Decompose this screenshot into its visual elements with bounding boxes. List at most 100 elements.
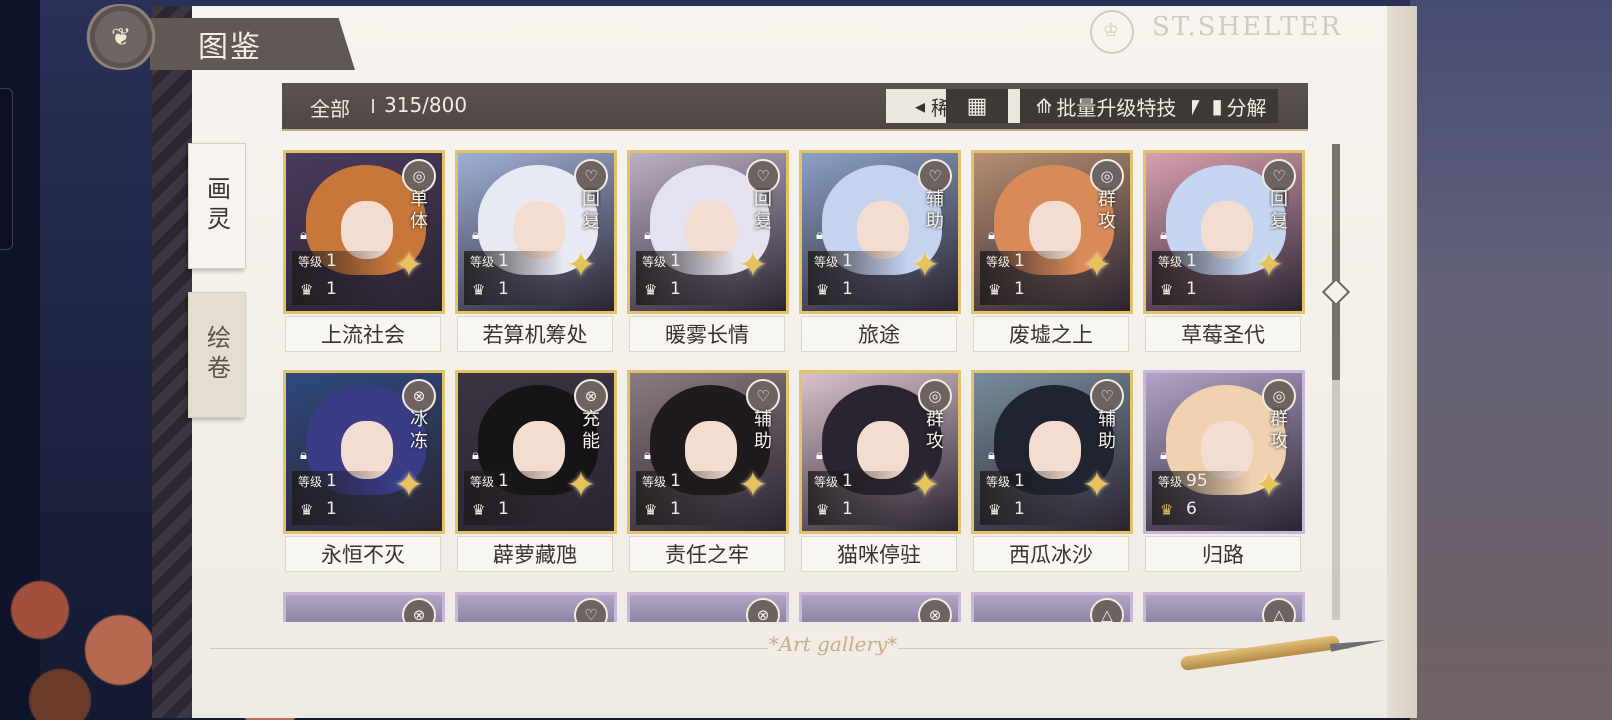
card-stats: 等级 1 ♛ 1 xyxy=(292,251,392,305)
card-name-box: 猫咪停驻 xyxy=(801,536,957,572)
sparkle-star-icon: ✦ xyxy=(393,245,424,286)
character-card[interactable]: ◎ 群攻 🔒︎ 等级 1 ♛ 1 ✦ 废墟之上 xyxy=(971,150,1133,356)
level-label: 等级 xyxy=(1158,475,1183,489)
card-stats: 等级 1 ♛ 1 xyxy=(808,471,908,525)
quill-body xyxy=(1179,634,1341,672)
character-card[interactable]: ⊗ 冰冻 🔒︎ 等级 1 ♛ 1 ✦ 永恒不灭 xyxy=(283,370,445,576)
crown-icon: ♛ xyxy=(988,501,1002,519)
character-card[interactable]: ♡ 回复 🔒︎ 等级 1 ♛ 1 ✦ 草莓圣代 xyxy=(1143,150,1305,356)
card-name-box: 上流社会 xyxy=(285,316,441,352)
sparkle-star-icon: ✦ xyxy=(393,465,424,506)
lock-icon: 🔒︎ xyxy=(644,448,651,463)
card-level: 1 xyxy=(498,251,509,271)
card-level: 95 xyxy=(1186,471,1208,491)
card-rank: 1 xyxy=(842,499,853,519)
lock-icon: 🔒︎ xyxy=(300,448,307,463)
character-card-partial[interactable]: △ xyxy=(971,592,1133,622)
collection-count: 315/800 xyxy=(384,93,468,117)
tab-scrolls[interactable]: 绘卷 xyxy=(188,292,246,418)
card-name: 西瓜冰沙 xyxy=(1009,543,1093,567)
card-name-box: 废墟之上 xyxy=(973,316,1129,352)
character-card[interactable]: ♡ 辅助 🔒︎ 等级 1 ♛ 1 ✦ 旅途 xyxy=(799,150,961,356)
role-type-icon: ♡ xyxy=(1090,379,1124,413)
card-artwork: ⊗ 充能 🔒︎ 等级 1 ♛ 1 ✦ xyxy=(455,370,617,534)
lock-icon: 🔒︎ xyxy=(816,228,823,243)
character-card-partial[interactable]: ⊗ xyxy=(799,592,961,622)
character-card[interactable]: ♡ 辅助 🔒︎ 等级 1 ♛ 1 ✦ 责任之牢 xyxy=(627,370,789,576)
level-label: 等级 xyxy=(642,475,667,489)
character-card[interactable]: ♡ 回复 🔒︎ 等级 1 ♛ 1 ✦ 暖雾长情 xyxy=(627,150,789,356)
crown-icon: ♛ xyxy=(816,501,830,519)
lock-icon: 🔒︎ xyxy=(644,228,651,243)
batch-upgrade-button[interactable]: ⟰ 批量升级特技 xyxy=(1020,89,1192,123)
character-card[interactable]: ♡ 回复 🔒︎ 等级 1 ♛ 1 ✦ 若算机筹处 xyxy=(455,150,617,356)
card-stats: 等级 1 ♛ 1 xyxy=(1152,251,1252,305)
card-rank: 1 xyxy=(326,279,337,299)
role-type-icon: ⊗ xyxy=(402,598,436,622)
character-card[interactable]: ◎ 群攻 🔒︎ 等级 95 ♛ 6 ✦ 归路 xyxy=(1143,370,1305,576)
character-card[interactable]: ◎ 群攻 🔒︎ 等级 1 ♛ 1 ✦ 猫咪停驻 xyxy=(799,370,961,576)
character-card-partial[interactable]: ⊗ xyxy=(627,592,789,622)
role-type-icon: ◎ xyxy=(918,379,952,413)
level-label: 等级 xyxy=(470,255,495,269)
butterfly-icon: ❦ xyxy=(110,23,132,51)
role-type-icon: ◎ xyxy=(1262,379,1296,413)
sparkle-star-icon: ✦ xyxy=(565,245,596,286)
role-type-icon: △ xyxy=(1090,598,1124,622)
grid-view-button[interactable]: ▦ xyxy=(946,89,1008,123)
role-type-icon: ⊗ xyxy=(402,379,436,413)
character-card[interactable]: ◎ 单体 🔒︎ 等级 1 ♛ 1 ✦ 上流社会 xyxy=(283,150,445,356)
card-level: 1 xyxy=(842,471,853,491)
card-rank: 1 xyxy=(1014,279,1025,299)
card-role: 回复 xyxy=(582,189,600,232)
role-type-icon: ⊗ xyxy=(918,598,952,622)
page-edge xyxy=(1387,6,1417,718)
decompose-label: 分解 xyxy=(1226,95,1267,120)
card-rank: 1 xyxy=(670,499,681,519)
crown-icon: ♛ xyxy=(988,281,1002,299)
character-card-partial[interactable]: ⊗ xyxy=(283,592,445,622)
sparkle-star-icon: ✦ xyxy=(909,465,940,506)
card-name-box: 若算机筹处 xyxy=(457,316,613,352)
character-card-partial[interactable]: ♡ xyxy=(455,592,617,622)
sort-order-icon: ◂ xyxy=(914,94,926,118)
level-label: 等级 xyxy=(1158,255,1183,269)
lock-icon: 🔒︎ xyxy=(472,228,479,243)
page-title: 图鉴 xyxy=(198,30,262,65)
card-stats: 等级 1 ♛ 1 xyxy=(980,471,1080,525)
card-artwork: ♡ 辅助 🔒︎ 等级 1 ♛ 1 ✦ xyxy=(971,370,1133,534)
character-card-partial[interactable]: △ xyxy=(1143,592,1305,622)
card-name: 薜萝藏虺 xyxy=(493,543,577,567)
card-role: 群攻 xyxy=(926,409,944,452)
card-name-box: 西瓜冰沙 xyxy=(973,536,1129,572)
character-card[interactable]: ⊗ 充能 🔒︎ 等级 1 ♛ 1 ✦ 薜萝藏虺 xyxy=(455,370,617,576)
card-name: 废墟之上 xyxy=(1009,323,1093,347)
card-rank: 1 xyxy=(1186,279,1197,299)
card-rank: 1 xyxy=(498,279,509,299)
card-stats: 等级 1 ♛ 1 xyxy=(980,251,1080,305)
lock-icon: 🔒︎ xyxy=(816,448,823,463)
card-role: 辅助 xyxy=(754,409,772,452)
decompose-button[interactable]: ▮ 分解 xyxy=(1200,89,1278,123)
divider xyxy=(372,99,374,113)
card-rank: 6 xyxy=(1186,499,1197,519)
level-label: 等级 xyxy=(298,255,323,269)
sparkle-star-icon: ✦ xyxy=(1081,245,1112,286)
card-rank: 1 xyxy=(326,499,337,519)
character-card[interactable]: ♡ 辅助 🔒︎ 等级 1 ♛ 1 ✦ 西瓜冰沙 xyxy=(971,370,1133,576)
tab-painted-spirits[interactable]: 画灵 xyxy=(188,143,246,269)
card-role: 群攻 xyxy=(1098,189,1116,232)
crown-icon: ♛ xyxy=(644,501,658,519)
level-label: 等级 xyxy=(814,255,839,269)
card-name: 暖雾长情 xyxy=(665,323,749,347)
role-type-icon: ◎ xyxy=(1090,159,1124,193)
batch-upgrade-label: 批量升级特技 xyxy=(1056,95,1177,120)
card-name: 若算机筹处 xyxy=(482,323,588,347)
scrollbar-thumb[interactable] xyxy=(1332,144,1340,380)
card-level: 1 xyxy=(326,251,337,271)
card-role: 充能 xyxy=(582,409,600,452)
crown-icon: ♛ xyxy=(300,281,314,299)
role-type-icon: ♡ xyxy=(574,159,608,193)
filter-all-button[interactable]: 全部 xyxy=(310,93,350,122)
brand-text: ST.SHELTER xyxy=(1152,12,1343,42)
